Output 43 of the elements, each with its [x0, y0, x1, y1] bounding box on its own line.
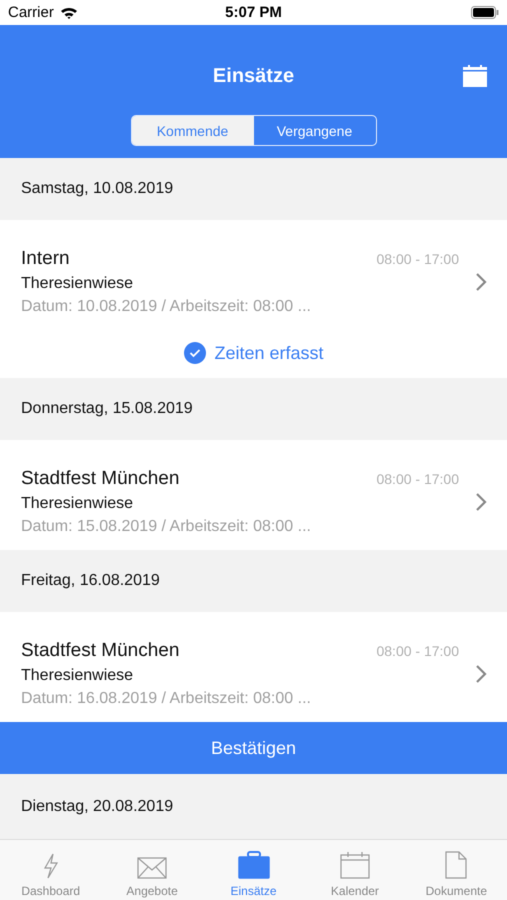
- calendar-icon[interactable]: [463, 65, 487, 87]
- assignment-details: Datum: 10.08.2019 / Arbeitszeit: 08:00 ...: [21, 298, 312, 316]
- assignment-location: Theresienwiese: [21, 275, 134, 293]
- chevron-right-icon: [475, 272, 487, 292]
- tab-bar-item[interactable]: Dokumente: [406, 840, 507, 900]
- chevron-right-icon: [475, 492, 487, 512]
- screen-title: Einsätze: [212, 65, 294, 88]
- assignment-time: 08:00 - 17:00: [376, 471, 459, 487]
- segment-tab[interactable]: Kommende: [132, 116, 254, 145]
- envelope-icon: [137, 857, 168, 879]
- section-date: Donnerstag, 15.08.2019: [21, 400, 193, 418]
- status-label: Zeiten erfasst: [214, 342, 324, 364]
- calendar-icon: [340, 851, 370, 879]
- carrier-label: Carrier: [8, 4, 54, 21]
- tab-bar-item[interactable]: Angebote: [101, 840, 203, 900]
- tab-bar-item[interactable]: Kalender: [304, 840, 406, 900]
- assignment-card[interactable]: Intern 08:00 - 17:00 Theresienwiese Datum: 10.08.2019 / Arbeitszeit: 08:00 ... Zeiten erfasst: [0, 220, 507, 378]
- tab-bar-item[interactable]: Einsätze: [202, 840, 304, 900]
- assignment-card[interactable]: Stadtfest München 08:00 - 17:00 Theresienwiese Datum: 16.08.2019 / Arbeitszeit: 08:00 ...: [0, 612, 507, 722]
- assignment-location: Theresienwiese: [21, 667, 134, 685]
- confirm-button[interactable]: Bestätigen: [0, 722, 507, 774]
- assignment-title: Stadtfest München: [21, 640, 180, 662]
- assignment-time: 08:00 - 17:00: [376, 643, 459, 659]
- assignment-details: Datum: 15.08.2019 / Arbeitszeit: 08:00 ...: [21, 518, 312, 536]
- assignment-title: Intern: [21, 248, 70, 270]
- assignment-card[interactable]: Stadtfest München 08:00 - 17:00 Theresienwiese Datum: 15.08.2019 / Arbeitszeit: 08:00 ...: [0, 440, 507, 550]
- wifi-icon: [60, 6, 78, 19]
- document-icon: [445, 851, 468, 879]
- assignment-title: Stadtfest München: [21, 468, 180, 490]
- briefcase-icon: [238, 851, 270, 879]
- assignment-location: Theresienwiese: [21, 495, 134, 513]
- assignment-time: 08:00 - 17:00: [376, 251, 459, 267]
- lightning-icon: [42, 853, 59, 879]
- section-date: Dienstag, 20.08.2019: [21, 798, 174, 816]
- tab-bar-item[interactable]: Dashboard: [0, 840, 102, 900]
- battery-icon: [471, 6, 499, 19]
- section-date: Samstag, 10.08.2019: [21, 180, 174, 198]
- chevron-right-icon: [475, 664, 487, 684]
- section-date: Freitag, 16.08.2019: [21, 572, 160, 590]
- check-circle-icon: [184, 342, 206, 364]
- clock-time: 5:07 PM: [225, 4, 282, 21]
- assignment-details: Datum: 16.08.2019 / Arbeitszeit: 08:00 ...: [21, 690, 312, 708]
- segment-tab[interactable]: Vergangene: [254, 116, 376, 145]
